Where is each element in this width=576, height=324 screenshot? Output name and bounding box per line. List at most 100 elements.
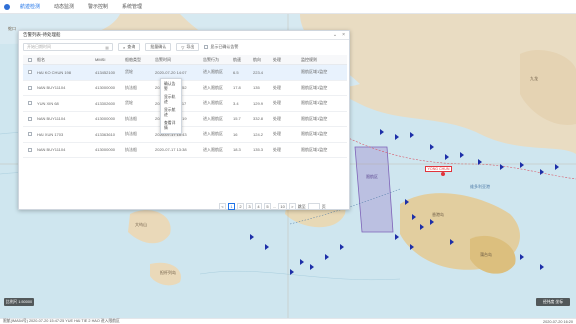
column-header[interactable]: 船舶类型 [123,57,153,63]
nav-system-management[interactable]: 系统管理 [122,3,142,10]
column-header[interactable]: 告警时间 [153,57,201,63]
show-confirmed-toggle[interactable]: 显示已确认告警 [204,44,238,50]
cell-ship-type: 执法船 [125,115,137,121]
cell-rule: 限航区域1监控 [301,146,328,152]
nav-track-detection[interactable]: 航迹检测 [20,3,40,10]
cell-alert-time: 2020-07-20 14:07 [155,69,187,75]
page-button[interactable]: 2 [237,203,244,210]
page-button[interactable]: 4 [255,203,262,210]
cell-course: 223.4 [253,69,264,75]
cell-status[interactable]: 处理 [271,147,299,153]
cell-speed: 17.8 [233,85,241,91]
alert-ship-tag[interactable]: YONG CHUN [425,166,452,172]
menu-item-show-track[interactable]: 显示轨迹 [161,93,181,106]
menu-item-details[interactable]: 查看详情 [161,119,181,132]
cell-speed: 15.7 [233,116,241,122]
row-checkbox[interactable] [28,116,32,121]
cell-course: 135 [253,85,260,91]
calendar-icon: ▦ [105,44,109,50]
cell-course: 129.9 [253,100,264,106]
search-button[interactable]: ⌕ 查询 [118,43,141,51]
select-all-checkbox[interactable] [28,57,32,62]
page-unit-label: 页 [321,203,326,209]
row-checkbox[interactable] [28,132,32,137]
cell-mmsi: 413000000 [95,116,116,122]
map-label: 蛇口 [8,26,16,31]
cell-rule: 限航区域1监控 [301,69,328,75]
table-row[interactable]: NAN BUY11104 413000000 执法船 2020-07-20 00… [23,112,347,127]
cell-rule: 限航区域1监控 [301,100,328,106]
column-header[interactable]: MMSI [93,57,123,62]
cell-mmsi: 413000000 [95,85,116,91]
panel-header: 告警列表-待处理船 ⌄ × [19,31,349,40]
app-logo [4,3,10,10]
table-row[interactable]: YUN XIN 68 413302600 货轮 2020-07-20 11:17… [23,96,347,112]
table-row[interactable]: NAN BUY11104 413000000 执法船 2020-07-17 13… [23,143,347,158]
coordinate-indicator: 经纬度 坐标 [536,298,570,306]
restricted-zone-label: 限航区 [366,174,378,179]
table-row[interactable]: NAN BUY11104 413000000 执法船 2020-07-20 13… [23,81,347,96]
cell-ship-name: NAN BUY11104 [37,85,66,91]
goto-page-input[interactable] [307,203,320,210]
show-confirmed-label: 显示已确认告警 [210,44,239,49]
column-header[interactable]: 航向 [251,57,271,63]
nav-alert-control[interactable]: 警示控制 [88,3,108,10]
row-checkbox[interactable] [28,70,32,75]
column-header[interactable]: 告警行为 [201,57,231,63]
cell-mmsi: 413363610 [95,131,116,137]
cell-behavior: 进入限航区 [203,115,223,121]
export-button[interactable]: ▽ 导出 [176,43,200,51]
cell-status[interactable]: 处理 [271,85,299,91]
batch-confirm-button[interactable]: 批量确认 [145,43,172,51]
column-header[interactable]: 航速 [231,57,251,63]
row-context-menu: 确认告警 显示轨迹 显示航迹 查看详情 [160,78,182,134]
cell-ship-type: 货轮 [125,100,133,106]
menu-item-confirm-alert[interactable]: 确认告警 [161,80,181,93]
cell-ship-type: 执法船 [125,146,137,152]
cell-ship-type: 货轮 [125,69,133,75]
table-row[interactable]: HAI KO CHUN 198 413452100 货轮 2020-07-20 … [23,65,347,81]
cell-ship-type: 执法船 [125,84,137,90]
prev-page-button[interactable]: < [219,203,226,210]
nav-dynamic-monitoring[interactable]: 动态监测 [54,3,74,10]
cell-speed: 6.5 [233,69,239,75]
menu-item-show-route[interactable]: 显示航迹 [161,106,181,119]
map-label: 九龙 [530,76,538,81]
close-icon[interactable]: × [342,32,345,38]
row-checkbox[interactable] [28,85,32,90]
pagination: < 1 2 3 4 5 ... 10 > 跳至 页 [219,203,326,210]
alert-ship-marker [441,172,445,176]
panel-toolbar: 开始日期时间 ▦ ⌕ 查询 批量确认 ▽ 导出 显示已确认告警 [19,40,349,54]
cell-mmsi: 413000000 [95,147,116,153]
page-button[interactable]: 5 [264,203,271,210]
cell-ship-name: NAN BUY11104 [37,116,66,122]
cell-behavior: 进入限航区 [203,146,223,152]
map-label: 大屿山 [135,222,147,227]
cell-rule: 限航区域1监控 [301,84,328,90]
search-button-label: 查询 [127,44,136,49]
show-confirmed-checkbox[interactable] [204,45,209,49]
table-row[interactable]: HAI XUN 1703 413363610 执法船 2020-07-17 15… [23,127,347,143]
collapse-icon[interactable]: ⌄ [333,32,337,38]
cell-status[interactable]: 处理 [271,131,299,137]
table-header: 船名 MMSI 船舶类型 告警时间 告警行为 航速 航向 处理 监控规则 [23,55,347,65]
alert-table: 船名 MMSI 船舶类型 告警时间 告警行为 航速 航向 处理 监控规则 HAI… [23,55,347,158]
search-icon: ⌕ [123,44,126,50]
row-checkbox[interactable] [28,147,32,152]
start-date-input[interactable]: 开始日期时间 ▦ [23,43,113,51]
page-button[interactable]: 3 [246,203,253,210]
latest-alert-text[interactable]: 限航(IMA54号) 2020-07-20 15:47:25 YUE HAI T… [3,319,120,324]
scale-indicator: 比例尺 1:50000 [4,298,34,306]
next-page-button[interactable]: > [288,203,296,210]
column-header[interactable]: 处理 [271,57,299,63]
row-checkbox[interactable] [28,101,32,106]
cell-status[interactable]: 处理 [271,100,299,106]
map-label: 担杆列岛 [160,270,176,275]
cell-status[interactable]: 处理 [271,116,299,122]
column-header[interactable]: 监控规则 [299,57,347,63]
page-button[interactable]: 10 [278,203,287,210]
cell-rule: 限航区域1监控 [301,131,328,137]
column-header[interactable]: 船名 [35,57,93,63]
page-button[interactable]: 1 [228,203,235,210]
panel-title: 告警列表-待处理船 [23,32,61,37]
